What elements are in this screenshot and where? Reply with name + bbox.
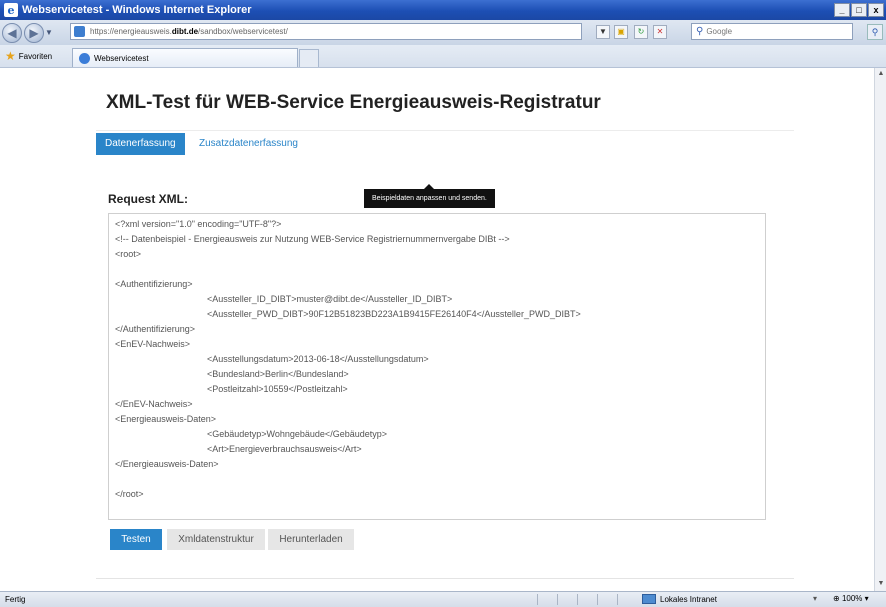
xml-line: </Energieausweis-Daten> (115, 459, 219, 469)
page-title: XML-Test für WEB-Service Energieausweis-… (106, 92, 601, 113)
search-placeholder: Google (706, 27, 733, 36)
xml-line: <root> (115, 249, 142, 259)
stop-icon[interactable]: ✕ (653, 25, 667, 39)
close-button[interactable]: x (868, 3, 884, 17)
xml-line: <?xml version="1.0" encoding="UTF-8"?> (115, 219, 282, 229)
back-arrow-icon[interactable]: ◀ (2, 22, 22, 43)
title-bar: e Webservicetest - Windows Internet Expl… (0, 0, 886, 20)
zone-label: Lokales Intranet (660, 594, 717, 604)
xml-line: <Aussteller_ID_DIBT>muster@dibt.de</Auss… (207, 294, 453, 304)
xml-structure-button[interactable]: Xmldatenstruktur (167, 529, 265, 550)
status-pane (597, 594, 614, 605)
xml-line: <Bundesland>Berlin</Bundesland> (207, 369, 349, 379)
search-input[interactable]: ⚲ Google (691, 23, 853, 40)
xml-line: <Authentifizierung> (115, 279, 193, 289)
tab-datenerfassung[interactable]: Datenerfassung (96, 133, 185, 155)
request-xml-textarea[interactable]: <?xml version="1.0" encoding="UTF-8"?> <… (108, 213, 766, 520)
status-text: Fertig (5, 595, 26, 604)
request-xml-label: Request XML: (108, 192, 189, 206)
minimize-button[interactable]: _ (834, 3, 850, 17)
address-field[interactable]: https://energieausweis. dibt.de/sandbox/w… (70, 23, 582, 40)
browser-tab[interactable]: Webservicetest (72, 48, 298, 67)
xml-line: </Authentifizierung> (115, 324, 196, 334)
xml-line: <EnEV-Nachweis> (115, 339, 191, 349)
maximize-button[interactable]: □ (851, 3, 867, 17)
status-pane (617, 594, 634, 605)
forward-arrow-icon[interactable]: ▶ (24, 22, 44, 43)
scroll-up-icon[interactable]: ▲ (876, 69, 886, 79)
status-pane (557, 594, 574, 605)
favorites-button[interactable]: Favoriten (19, 52, 52, 61)
window-controls: _ □ x (833, 3, 884, 17)
download-button[interactable]: Herunterladen (268, 529, 354, 550)
xml-line: <Gebäudetyp>Wohngebäude</Gebäudetyp> (207, 429, 387, 439)
zoom-control[interactable]: ⊕ 100% ▾ (833, 594, 869, 603)
page-viewport: XML-Test für WEB-Service Energieausweis-… (0, 68, 874, 591)
zoom-level: 100% (841, 594, 863, 603)
xml-line: <Energieausweis-Daten> (115, 414, 217, 424)
status-pane (577, 594, 594, 605)
vertical-scrollbar[interactable]: ▲ ▼ (874, 68, 886, 591)
xml-line: <Art>Energieverbrauchsausweis</Art> (207, 444, 362, 454)
favorites-bar: ★ Favoriten Webservicetest (0, 45, 886, 68)
search-provider-icon: ⚲ (696, 26, 704, 37)
protected-mode-icon[interactable]: ▾ (799, 594, 831, 603)
internet-explorer-icon: e (4, 3, 18, 17)
status-pane (537, 594, 554, 605)
xml-line: <Postleitzahl>10559</Postleitzahl> (207, 384, 348, 394)
security-zone[interactable]: Lokales Intranet (642, 594, 717, 604)
navigation-bar: ◀ ▶ ▼ https://energieausweis. dibt.de/san… (0, 20, 886, 45)
zoom-dropdown-icon: ▾ (864, 594, 869, 603)
window-title: Webservicetest - Windows Internet Explor… (22, 4, 252, 16)
tab-title: Webservicetest (94, 53, 149, 63)
xml-line: </root> (115, 489, 144, 499)
xml-line: <!-- Datenbeispiel - Energieausweis zur … (115, 234, 510, 244)
url-prefix: https://energieausweis. (90, 27, 172, 36)
address-dropdown-icon[interactable]: ▼ (596, 25, 610, 39)
tab-zusatzdatenerfassung[interactable]: Zusatzdatenerfassung (190, 133, 307, 155)
new-tab-button[interactable] (299, 49, 319, 67)
refresh-icon[interactable]: ↻ (634, 25, 648, 39)
status-bar: Fertig Lokales Intranet ▾ ⊕ 100% ▾ (0, 591, 886, 607)
xml-line: </EnEV-Nachweis> (115, 399, 193, 409)
page-favicon-icon (74, 26, 85, 37)
intranet-zone-icon (642, 594, 656, 604)
search-button[interactable]: ⚲ (867, 24, 883, 40)
scroll-down-icon[interactable]: ▼ (876, 579, 886, 589)
lock-icon[interactable]: ▣ (614, 25, 628, 39)
tooltip: Beispieldaten anpassen und senden. (364, 184, 495, 208)
favorites-star-icon[interactable]: ★ (5, 49, 16, 63)
divider (96, 130, 794, 131)
url-path: /sandbox/webservicetest/ (198, 27, 288, 36)
history-dropdown-icon[interactable]: ▼ (44, 28, 54, 37)
xml-line: <Aussteller_PWD_DIBT>90F12B51823BD223A1B… (207, 309, 581, 319)
tab-favicon-icon (79, 52, 90, 64)
divider (96, 578, 794, 579)
zoom-icon: ⊕ (833, 594, 840, 603)
xml-line: <Ausstellungsdatum>2013-06-18</Ausstellu… (207, 354, 429, 364)
url-domain: dibt.de (171, 27, 199, 36)
test-button[interactable]: Testen (110, 529, 162, 550)
